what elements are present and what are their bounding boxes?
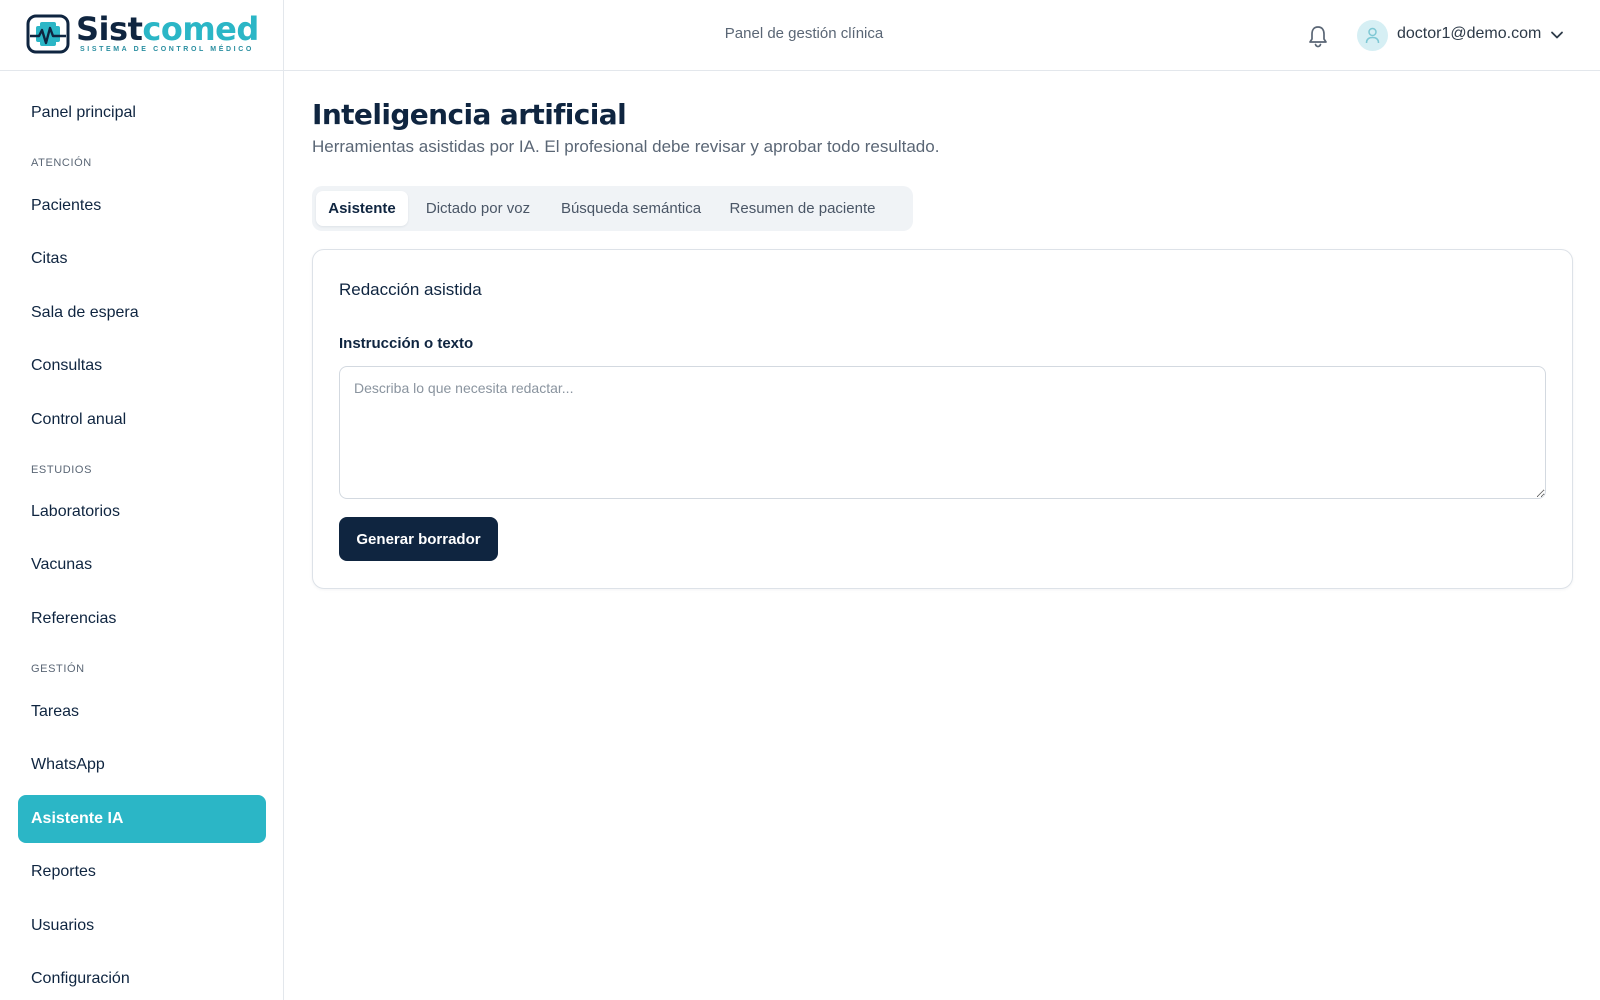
sidebar-item-whatsapp[interactable]: WhatsApp [18,741,266,789]
sidebar-item-control-anual[interactable]: Control anual [18,396,266,444]
generate-draft-button[interactable]: Generar borrador [339,517,498,561]
sidebar-item-asistente-ia[interactable]: Asistente IA [18,795,266,843]
page-subtitle: Herramientas asistidas por IA. El profes… [312,137,940,156]
card-title: Redacción asistida [339,280,482,299]
header-title: Panel de gestión clínica [724,25,884,42]
instruction-field-label: Instrucción o texto [339,335,474,352]
sidebar-item-referencias[interactable]: Referencias [18,595,266,643]
sidebar-item-panel-principal[interactable]: Panel principal [18,89,266,137]
sidebar-section-gestion: GESTIÓN [31,663,85,675]
tab-dictado-por-voz[interactable]: Dictado por voz [414,191,542,226]
chevron-down-icon[interactable] [1550,28,1564,42]
logo-tagline: SISTEMA DE CONTROL MÉDICO [80,46,254,53]
sidebar-item-reportes[interactable]: Reportes [18,848,266,896]
sidebar-item-sala-de-espera[interactable]: Sala de espera [18,289,266,337]
sidebar-section-atencion: ATENCIÓN [31,157,92,169]
sidebar-item-citas[interactable]: Citas [18,235,266,283]
user-icon [1365,27,1380,44]
tab-bar: Asistente Dictado por voz Búsqueda semán… [312,186,913,231]
logo-mark-icon [26,14,70,54]
top-header: Sistcomed SISTEMA DE CONTROL MÉDICO Pane… [0,0,1600,71]
sidebar-item-vacunas[interactable]: Vacunas [18,541,266,589]
sidebar-item-configuracion[interactable]: Configuración [18,955,266,1000]
sidebar-item-tareas[interactable]: Tareas [18,688,266,736]
logo-area: Sistcomed SISTEMA DE CONTROL MÉDICO [0,0,284,71]
logo-wordmark: Sistcomed [76,10,259,48]
instruction-textarea[interactable] [339,366,1546,499]
sidebar-section-estudios: ESTUDIOS [31,464,93,476]
tab-busqueda-semantica[interactable]: Búsqueda semántica [550,191,712,226]
sidebar-item-pacientes[interactable]: Pacientes [18,182,266,230]
bell-icon[interactable] [1307,24,1329,48]
user-avatar[interactable] [1357,20,1388,51]
user-email[interactable]: doctor1@demo.com [1397,25,1541,43]
sidebar-item-usuarios[interactable]: Usuarios [18,902,266,950]
tab-asistente[interactable]: Asistente [316,191,408,226]
sidebar-item-consultas[interactable]: Consultas [18,342,266,390]
page-title: Inteligencia artificial [312,98,627,131]
tab-resumen-de-paciente[interactable]: Resumen de paciente [720,191,885,226]
sidebar-item-laboratorios[interactable]: Laboratorios [18,488,266,536]
